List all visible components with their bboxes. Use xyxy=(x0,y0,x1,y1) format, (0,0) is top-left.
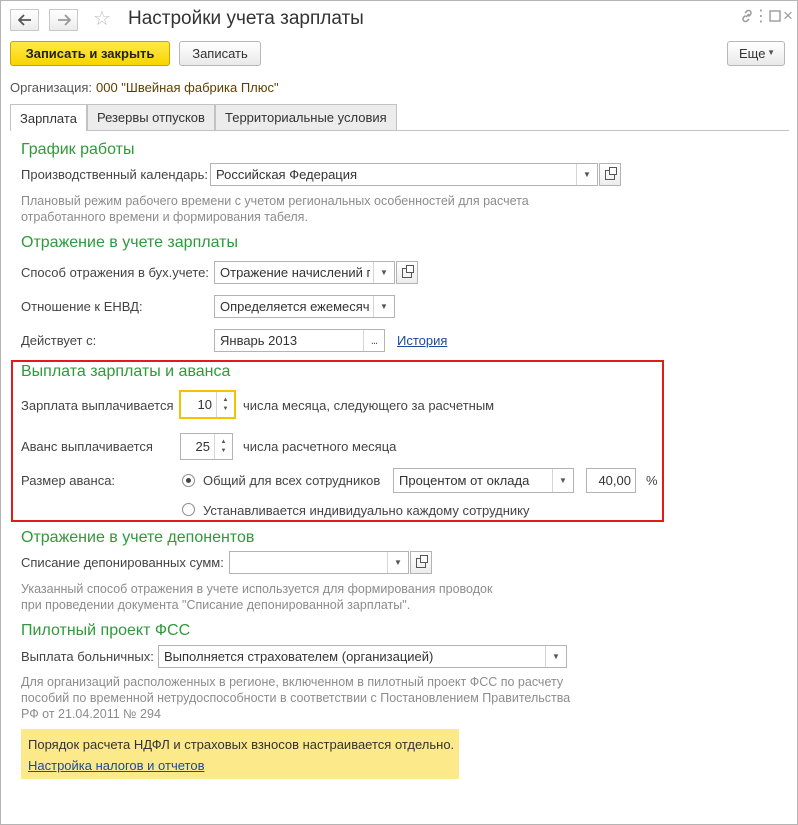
percent-sign: % xyxy=(646,473,658,488)
option-individual-radio[interactable] xyxy=(182,503,195,516)
since-field[interactable]: Январь 2013 ... xyxy=(214,329,385,352)
more-vertical-icon[interactable]: ⋮ xyxy=(753,7,769,27)
since-label: Действует с: xyxy=(21,333,97,348)
dropdown-arrow-icon[interactable]: ▼ xyxy=(552,469,573,492)
advance-method-select[interactable]: Процентом от оклада ▼ xyxy=(393,468,574,493)
advance-percent-value: 40,00 xyxy=(598,473,631,488)
envd-value: Определяется ежемесячно xyxy=(220,299,370,314)
calendar-open-button[interactable] xyxy=(599,163,621,186)
open-icon xyxy=(605,166,617,180)
more-label: Еще xyxy=(739,46,766,61)
advance-size-label: Размер аванса: xyxy=(21,473,116,488)
advance-percent-input[interactable]: 40,00 xyxy=(586,468,636,493)
schedule-section-title: График работы xyxy=(21,141,135,158)
schedule-hint-2: отработанного времени и формирования таб… xyxy=(21,210,308,224)
calendar-label: Производственный календарь: xyxy=(21,167,208,182)
sick-pay-select[interactable]: Выполняется страхователем (организацией)… xyxy=(158,645,567,668)
advance-method-value: Процентом от оклада xyxy=(399,473,530,488)
salary-pay-suffix: числа месяца, следующего за расчетным xyxy=(243,398,495,413)
close-icon[interactable]: × xyxy=(783,6,793,26)
save-button[interactable]: Записать xyxy=(179,41,261,66)
select-button[interactable]: ... xyxy=(363,330,384,351)
forward-button[interactable] xyxy=(49,9,78,31)
sick-pay-value: Выполняется страхователем (организацией) xyxy=(164,649,434,664)
window-title: Настройки учета зарплаты xyxy=(128,8,364,29)
accounting-section-title: Отражение в учете зарплаты xyxy=(21,234,238,251)
settings-window: ☆ Настройки учета зарплаты ⋮ × Записать … xyxy=(0,0,798,825)
deponents-hint-1: Указанный способ отражения в учете испол… xyxy=(21,582,493,596)
writeoff-label: Списание депонированных сумм: xyxy=(21,555,224,570)
dropdown-arrow-icon[interactable]: ▼ xyxy=(387,552,408,573)
open-icon xyxy=(402,264,414,278)
fss-hint-3: РФ от 21.04.2011 № 294 xyxy=(21,707,161,721)
payment-section-title: Выплата зарплаты и аванса xyxy=(21,363,231,380)
method-open-button[interactable] xyxy=(396,261,418,284)
option-individual-label[interactable]: Устанавливается индивидуально каждому со… xyxy=(203,503,530,518)
history-link[interactable]: История xyxy=(397,333,447,348)
calendar-value: Российская Федерация xyxy=(216,167,358,182)
more-button[interactable]: Еще ▼ xyxy=(727,41,785,66)
option-common-radio[interactable] xyxy=(182,474,195,487)
tab-salary[interactable]: Зарплата xyxy=(10,104,87,131)
salary-day-value: 10 xyxy=(197,397,212,412)
dropdown-arrow-icon[interactable]: ▼ xyxy=(545,646,566,667)
dropdown-arrow-icon[interactable]: ▼ xyxy=(373,262,394,283)
sick-pay-label: Выплата больничных: xyxy=(21,649,154,664)
envd-label: Отношение к ЕНВД: xyxy=(21,299,143,314)
note-text: Порядок расчета НДФЛ и страховых взносов… xyxy=(28,737,455,752)
method-label: Способ отражения в бух.учете: xyxy=(21,265,209,280)
advance-pay-suffix: числа расчетного месяца xyxy=(243,439,397,454)
open-icon xyxy=(416,554,428,568)
envd-select[interactable]: Определяется ежемесячно ▼ xyxy=(214,295,395,318)
option-common-label[interactable]: Общий для всех сотрудников xyxy=(203,473,380,488)
calendar-select[interactable]: Российская Федерация ▼ xyxy=(210,163,598,186)
fss-hint-2: пособий по временной нетрудоспособности … xyxy=(21,691,571,705)
fss-section-title: Пилотный проект ФСС xyxy=(21,622,191,639)
fss-hint-1: Для организаций расположенных в регионе,… xyxy=(21,675,564,689)
tab-vacation-reserves[interactable]: Резервы отпусков xyxy=(87,104,215,130)
deponents-section-title: Отражение в учете депонентов xyxy=(21,529,255,546)
arrow-right-icon xyxy=(57,14,71,26)
tax-settings-note: Порядок расчета НДФЛ и страховых взносов… xyxy=(21,729,459,779)
method-value: Отражение начислений по xyxy=(220,265,370,280)
back-button[interactable] xyxy=(10,9,39,31)
advance-pay-label: Аванс выплачивается xyxy=(21,439,153,454)
writeoff-open-button[interactable] xyxy=(410,551,432,574)
tab-territorial-conditions[interactable]: Территориальные условия xyxy=(215,104,397,130)
star-icon[interactable]: ☆ xyxy=(93,6,111,32)
since-value: Январь 2013 xyxy=(220,333,298,348)
deponents-hint-2: при проведении документа "Списание депон… xyxy=(21,598,411,612)
schedule-hint-1: Плановый режим рабочего времени с учетом… xyxy=(21,194,529,208)
method-select[interactable]: Отражение начислений по ▼ xyxy=(214,261,395,284)
advance-day-input[interactable]: 25 ▲ ▼ xyxy=(180,433,233,460)
organization-label: Организация: xyxy=(10,80,93,95)
spinner-icon[interactable]: ▲ ▼ xyxy=(216,392,234,417)
dropdown-arrow-icon[interactable]: ▼ xyxy=(373,296,394,317)
save-and-close-button[interactable]: Записать и закрыть xyxy=(10,41,170,66)
tab-divider xyxy=(10,130,789,131)
organization-value[interactable]: 000 "Швейная фабрика Плюс" xyxy=(96,80,279,95)
tax-settings-link[interactable]: Настройка налогов и отчетов xyxy=(28,758,204,773)
salary-day-input[interactable]: 10 ▲ ▼ xyxy=(179,390,236,419)
salary-pay-label: Зарплата выплачивается xyxy=(21,398,174,413)
dropdown-arrow-icon[interactable]: ▼ xyxy=(576,164,597,185)
advance-day-value: 25 xyxy=(195,439,210,454)
chevron-down-icon: ▼ xyxy=(767,48,775,57)
spinner-icon[interactable]: ▲ ▼ xyxy=(214,434,232,459)
arrow-left-icon xyxy=(17,14,31,26)
maximize-icon[interactable] xyxy=(769,8,781,28)
writeoff-select[interactable]: ▼ xyxy=(229,551,409,574)
